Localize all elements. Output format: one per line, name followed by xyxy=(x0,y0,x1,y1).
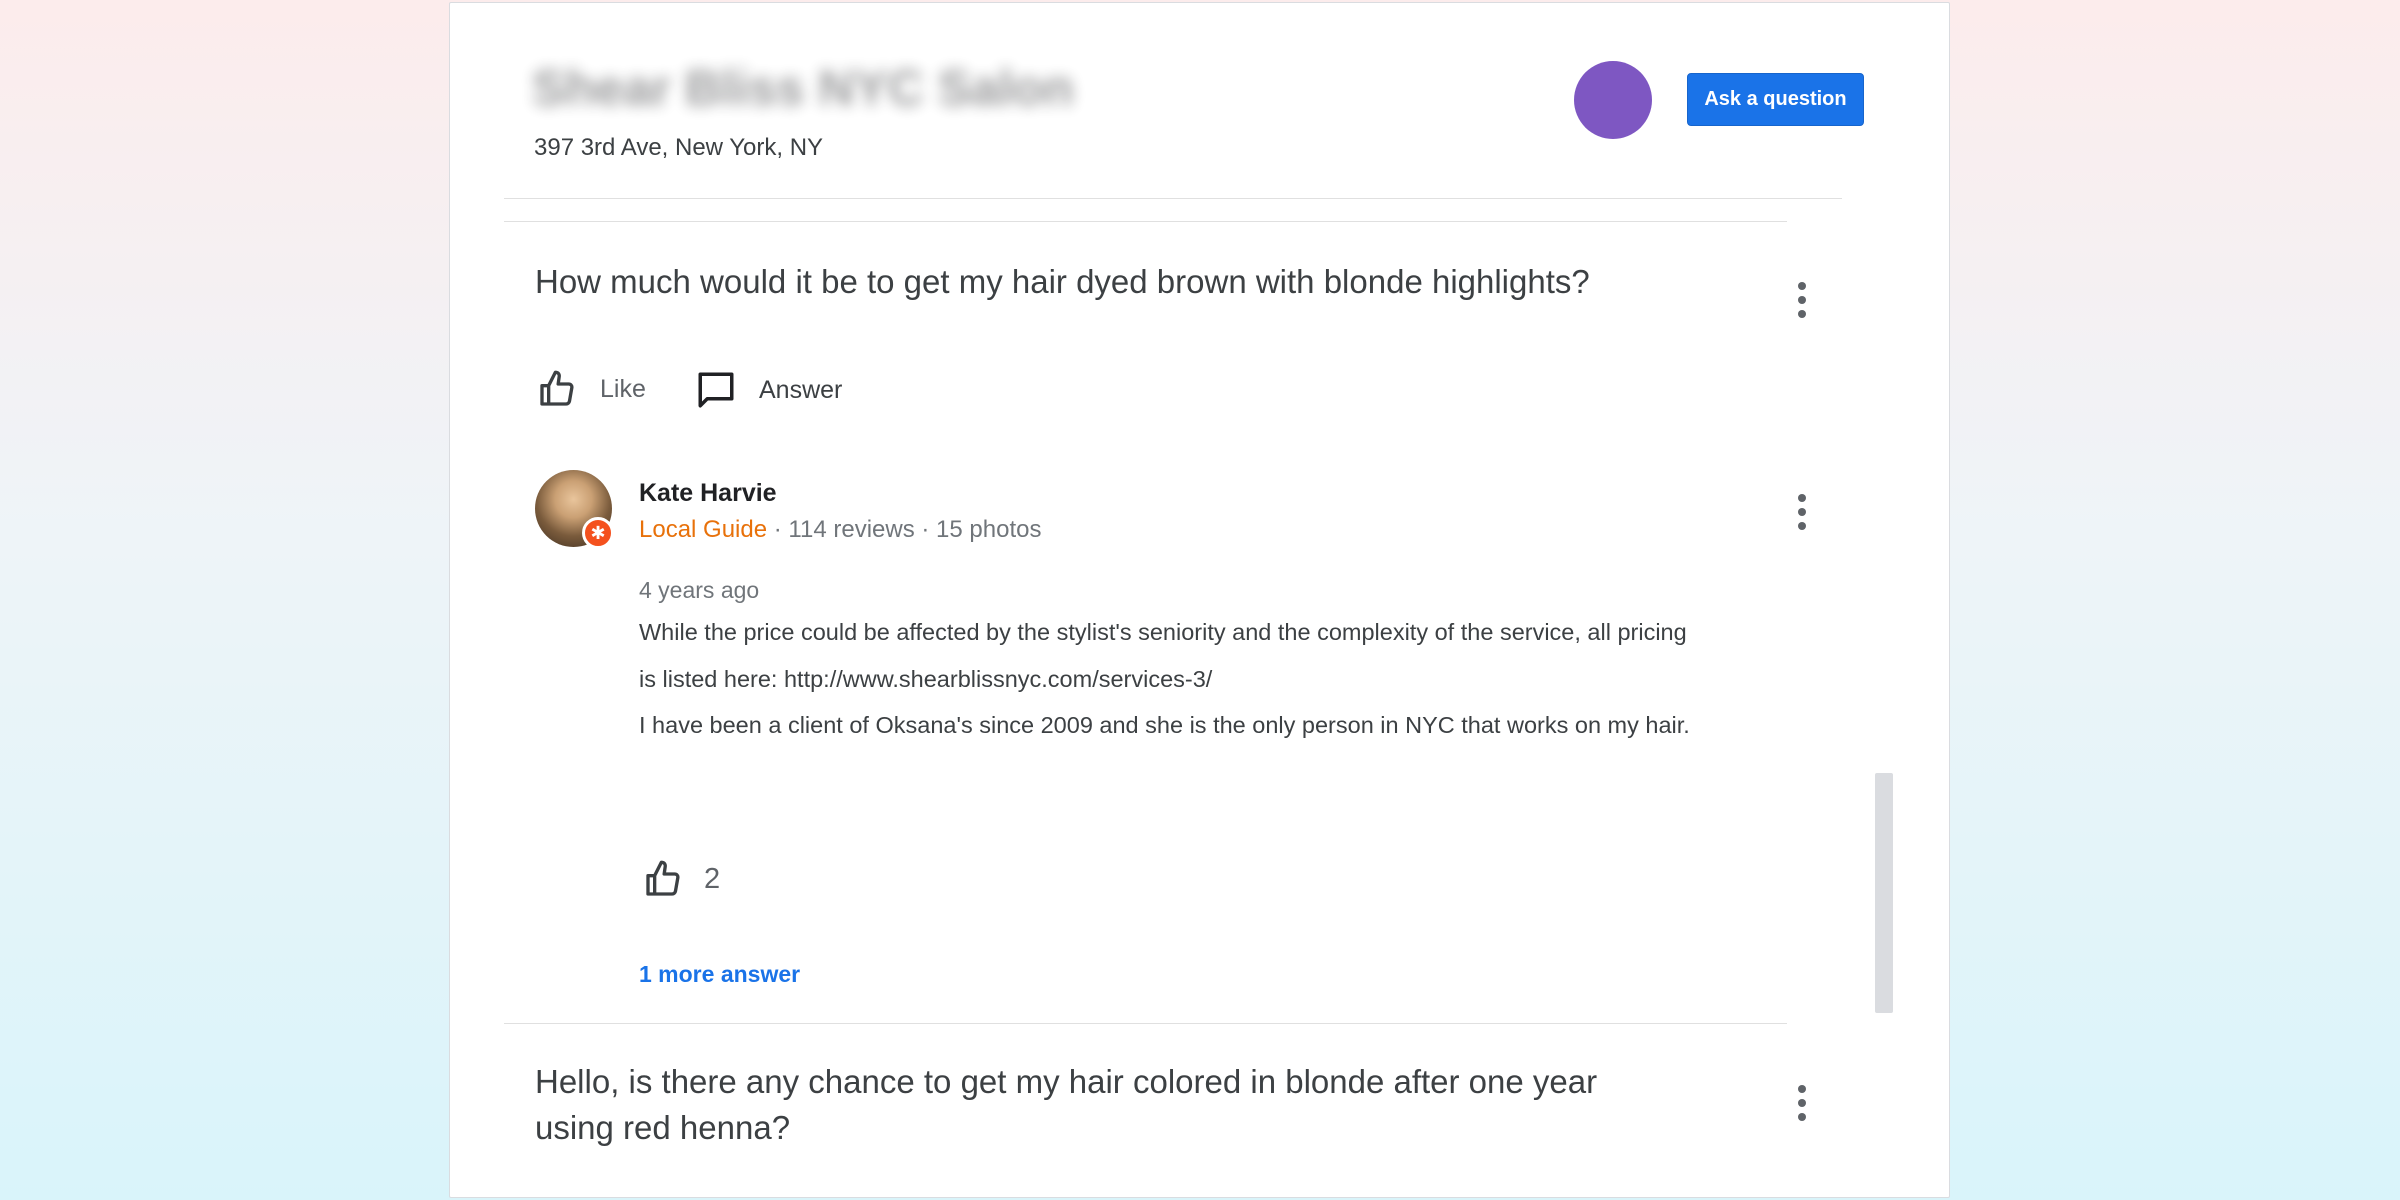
answer-question-button[interactable]: Answer xyxy=(695,369,842,411)
more-answers-link[interactable]: 1 more answer xyxy=(639,961,800,988)
qa-panel: Shear Bliss NYC Salon 397 3rd Ave, New Y… xyxy=(449,2,1950,1198)
thumb-up-icon xyxy=(540,370,574,406)
dot-icon xyxy=(1798,296,1806,304)
answer-date: 4 years ago xyxy=(639,577,760,603)
local-guide-badge-icon: ✱ xyxy=(582,517,614,549)
dot-icon xyxy=(1798,494,1806,502)
like-question-button[interactable]: Like xyxy=(536,369,646,409)
dot-icon xyxy=(1798,282,1806,290)
question-text: How much would it be to get my hair dyed… xyxy=(535,263,1590,300)
answer-like-count: 2 xyxy=(704,862,721,895)
local-guide-label: Local Guide xyxy=(639,516,768,543)
business-address: 397 3rd Ave, New York, NY xyxy=(534,134,824,161)
question-line: using red henna? xyxy=(535,1109,791,1146)
author-stats: · 114 reviews · 15 photos xyxy=(773,516,1042,543)
dot-icon xyxy=(1798,1085,1806,1093)
ask-question-button[interactable]: Ask a question xyxy=(1687,73,1864,126)
dot-icon xyxy=(1798,508,1806,516)
question-divider xyxy=(504,1023,1787,1024)
answer-paragraph: I have been a client of Oksana's since 2… xyxy=(639,712,1690,738)
comment-icon xyxy=(698,372,734,408)
answer-more-options-button[interactable] xyxy=(1780,486,1824,538)
answer-paragraph: While the price could be affected by the… xyxy=(639,619,1687,692)
question-divider xyxy=(504,221,1787,222)
answer-label: Answer xyxy=(759,375,843,404)
dot-icon xyxy=(1798,522,1806,530)
thumb-up-icon xyxy=(646,860,680,896)
question-line: Hello, is there any chance to get my hai… xyxy=(535,1063,1598,1100)
like-answer-button[interactable]: 2 xyxy=(642,859,720,899)
answer-author-meta: Local Guide · 114 reviews · 15 photos xyxy=(639,516,1041,544)
like-label: Like xyxy=(600,374,646,403)
dot-icon xyxy=(1798,310,1806,318)
dot-icon xyxy=(1798,1099,1806,1107)
question-more-options-button[interactable] xyxy=(1780,274,1824,326)
dot-icon xyxy=(1798,1113,1806,1121)
user-avatar[interactable] xyxy=(1574,61,1652,139)
business-name: Shear Bliss NYC Salon xyxy=(532,60,1074,116)
answer-body: While the price could be affected by the… xyxy=(639,609,1699,749)
question-text: Hello, is there any chance to get my hai… xyxy=(535,1059,1597,1151)
header-divider xyxy=(504,198,1842,199)
scrollbar-thumb[interactable] xyxy=(1875,773,1893,1013)
question-more-options-button[interactable] xyxy=(1780,1077,1824,1129)
answer-author-name[interactable]: Kate Harvie xyxy=(639,479,777,508)
